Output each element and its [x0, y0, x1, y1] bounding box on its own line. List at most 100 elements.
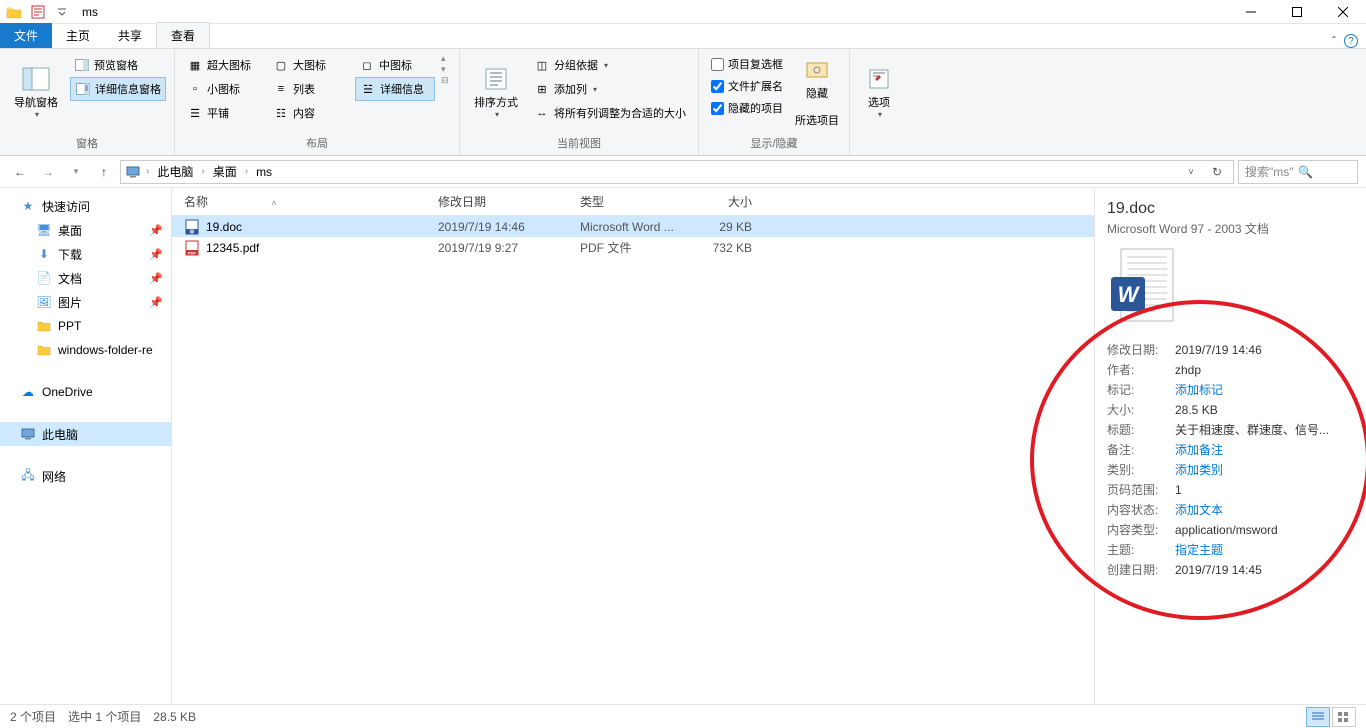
detail-property: 大小:28.5 KB	[1107, 401, 1354, 419]
nav-downloads[interactable]: ⬇下载📌	[0, 242, 171, 266]
status-selected-count: 选中 1 个项目	[68, 708, 141, 725]
tab-file[interactable]: 文件	[0, 23, 52, 48]
layout-medium[interactable]: ◻中图标	[355, 53, 435, 77]
layout-more-icon[interactable]: ⊟	[441, 75, 451, 86]
nav-thispc[interactable]: 此电脑	[0, 422, 171, 446]
status-selected-size: 28.5 KB	[153, 710, 196, 724]
layout-scroll-down-icon[interactable]: ▾	[441, 64, 451, 75]
details-pane-button[interactable]: 详细信息窗格	[70, 77, 166, 101]
breadcrumb-ms[interactable]: ms	[253, 163, 275, 181]
forward-button[interactable]: →	[36, 160, 60, 184]
group-layout-label: 布局	[183, 133, 451, 153]
detail-property: 备注:添加备注	[1107, 441, 1354, 459]
window-title: ms	[76, 5, 98, 19]
file-row[interactable]: PDF12345.pdf2019/7/19 9:27PDF 文件732 KB	[172, 237, 1094, 258]
document-icon: 📄	[36, 270, 52, 286]
refresh-icon[interactable]: ↻	[1205, 165, 1229, 179]
checkbox-hidden-items[interactable]: 隐藏的项目	[707, 97, 787, 119]
detail-property: 标记:添加标记	[1107, 381, 1354, 399]
checkbox-file-extensions[interactable]: 文件扩展名	[707, 75, 787, 97]
layout-large[interactable]: ▢大图标	[269, 53, 349, 77]
tab-share[interactable]: 共享	[104, 23, 156, 48]
pc-icon	[125, 164, 141, 180]
prop-label: 类别:	[1107, 461, 1175, 479]
prop-value[interactable]: 添加备注	[1175, 441, 1223, 459]
detail-property: 标题:关于相速度、群速度、信号...	[1107, 421, 1354, 439]
prop-value[interactable]: 添加文本	[1175, 501, 1223, 519]
pin-icon: 📌	[149, 296, 163, 309]
nav-quick-access[interactable]: ★快速访问	[0, 194, 171, 218]
nav-pictures[interactable]: 🖼图片📌	[0, 290, 171, 314]
cloud-icon: ☁	[20, 384, 36, 400]
close-button[interactable]	[1320, 0, 1366, 24]
ribbon: 导航窗格▾ 预览窗格 详细信息窗格 窗格 ▦超大图标 ▫小图标 ☰平铺 ▢大图标…	[0, 48, 1366, 156]
group-by-button[interactable]: ◫分组依据▾	[530, 53, 690, 77]
address-dropdown-icon[interactable]: ˅	[1179, 167, 1203, 177]
address-bar: ← → ▾ ↑ › 此电脑 › 桌面 › ms ˅ ↻ 搜索"ms" 🔍	[0, 156, 1366, 188]
minimize-button[interactable]	[1228, 0, 1274, 24]
prop-label: 内容状态:	[1107, 501, 1175, 519]
help-icon[interactable]: ?	[1344, 34, 1358, 48]
detail-property: 内容状态:添加文本	[1107, 501, 1354, 519]
layout-list[interactable]: ≡列表	[269, 77, 349, 101]
layout-content[interactable]: ☷内容	[269, 101, 349, 125]
col-name[interactable]: 名称 ˄	[180, 193, 438, 210]
address-field[interactable]: › 此电脑 › 桌面 › ms ˅ ↻	[120, 160, 1234, 184]
layout-small[interactable]: ▫小图标	[183, 77, 263, 101]
col-date[interactable]: 修改日期	[438, 193, 580, 210]
layout-extra-large[interactable]: ▦超大图标	[183, 53, 263, 77]
add-columns-button[interactable]: ⊞添加列▾	[530, 77, 690, 101]
breadcrumb-desktop[interactable]: 桌面	[210, 161, 240, 182]
prop-value: 1	[1175, 481, 1182, 499]
nav-ppt[interactable]: PPT	[0, 314, 171, 338]
qat-dropdown-icon[interactable]	[52, 2, 72, 22]
file-type: Microsoft Word ...	[580, 220, 698, 234]
chevron-right-icon[interactable]: ›	[198, 166, 207, 177]
nav-desktop[interactable]: 🖥桌面📌	[0, 218, 171, 242]
back-button[interactable]: ←	[8, 160, 32, 184]
desktop-icon: 🖥	[36, 222, 52, 238]
file-row[interactable]: W19.doc2019/7/19 14:46Microsoft Word ...…	[172, 216, 1094, 237]
doc-file-icon: W	[184, 219, 200, 235]
search-icon: 🔍	[1298, 165, 1351, 179]
ribbon-collapse-icon[interactable]: ˆ	[1332, 34, 1336, 48]
sort-by-button[interactable]: 排序方式▾	[468, 53, 524, 131]
tab-home[interactable]: 主页	[52, 23, 104, 48]
layout-details[interactable]: ☱详细信息	[355, 77, 435, 101]
size-columns-button[interactable]: ↔将所有列调整为合适的大小	[530, 101, 690, 125]
file-date: 2019/7/19 9:27	[438, 241, 580, 255]
chevron-right-icon[interactable]: ›	[242, 166, 251, 177]
tab-view[interactable]: 查看	[156, 22, 210, 48]
maximize-button[interactable]	[1274, 0, 1320, 24]
chevron-right-icon[interactable]: ›	[143, 166, 152, 177]
col-size[interactable]: 大小	[698, 193, 768, 210]
col-type[interactable]: 类型	[580, 193, 698, 210]
hide-selected-button[interactable]: 隐藏所选项目	[793, 53, 841, 131]
breadcrumb-thispc[interactable]: 此电脑	[154, 161, 196, 182]
detail-property: 主题:指定主题	[1107, 541, 1354, 559]
prop-label: 大小:	[1107, 401, 1175, 419]
search-box[interactable]: 搜索"ms" 🔍	[1238, 160, 1358, 184]
nav-network[interactable]: 🖧网络	[0, 464, 171, 488]
pin-icon: 📌	[149, 248, 163, 261]
layout-tiles[interactable]: ☰平铺	[183, 101, 263, 125]
nav-windows-folder[interactable]: windows-folder-re	[0, 338, 171, 362]
view-icons-button[interactable]	[1332, 707, 1356, 727]
preview-pane-button[interactable]: 预览窗格	[70, 53, 166, 77]
recent-dropdown[interactable]: ▾	[64, 160, 88, 184]
view-details-button[interactable]	[1306, 707, 1330, 727]
detail-property: 类别:添加类别	[1107, 461, 1354, 479]
prop-value[interactable]: 指定主题	[1175, 541, 1223, 559]
prop-value[interactable]: 添加标记	[1175, 381, 1223, 399]
checkbox-item-checkboxes[interactable]: 项目复选框	[707, 53, 787, 75]
nav-documents[interactable]: 📄文档📌	[0, 266, 171, 290]
up-button[interactable]: ↑	[92, 160, 116, 184]
qat-properties-icon[interactable]	[28, 2, 48, 22]
nav-onedrive[interactable]: ☁OneDrive	[0, 380, 171, 404]
layout-scroll-up-icon[interactable]: ▴	[441, 53, 451, 64]
options-button[interactable]: 选项▾	[858, 53, 900, 131]
file-type: PDF 文件	[580, 239, 698, 256]
nav-pane-button[interactable]: 导航窗格▾	[8, 53, 64, 131]
download-icon: ⬇	[36, 246, 52, 262]
prop-value[interactable]: 添加类别	[1175, 461, 1223, 479]
